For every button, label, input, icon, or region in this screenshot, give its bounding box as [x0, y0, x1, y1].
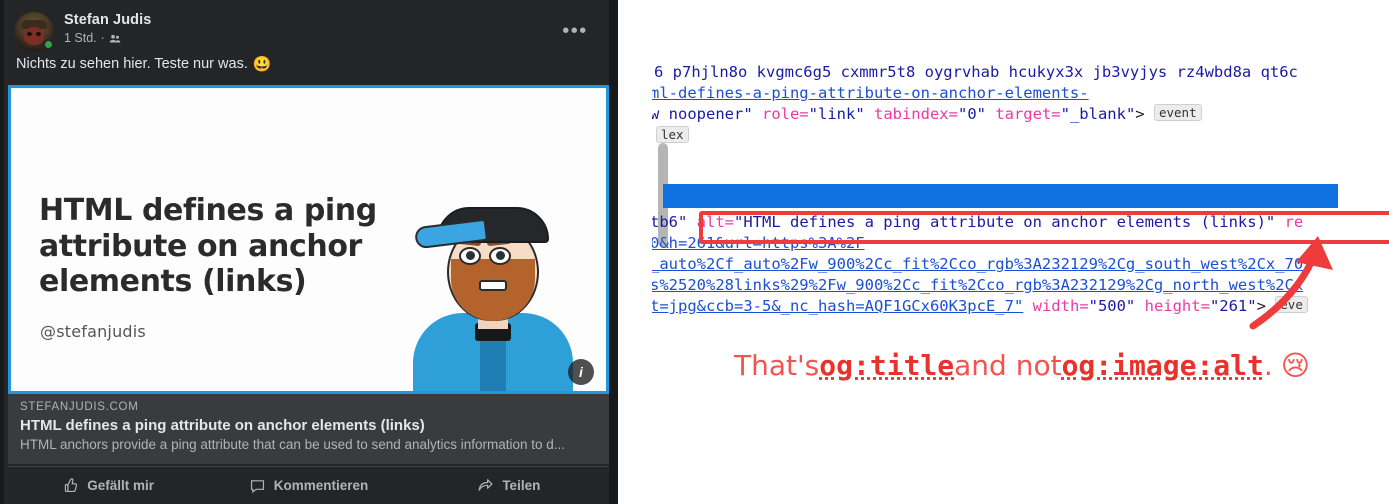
attribute-value: 6 p7hjln8o kvgmc6g5 cxmmr5t8 oygrvhab hc… — [654, 63, 1298, 81]
line-url-3[interactable]: s%2520%28links%29%2Fw_900%2Cc_fit%2Cco_r… — [652, 275, 1303, 296]
attribute-value: "_blank" — [1060, 105, 1136, 123]
post-timestamp[interactable]: 1 Std. — [64, 31, 97, 45]
punctuation: > — [1135, 105, 1154, 123]
attribute-name: role= — [761, 105, 809, 123]
inline-badge: event — [1153, 104, 1202, 121]
attribute-value: w noopener" — [652, 105, 762, 123]
line-url-1[interactable]: 0&h=261&url=https%3A%2F — [652, 233, 865, 254]
line-alt[interactable]: tb6" alt="HTML defines a ping attribute … — [652, 212, 1303, 233]
link-preview[interactable]: STEFANJUDIS.COM HTML defines a ping attr… — [8, 394, 609, 464]
link-preview-description: HTML anchors provide a ping attribute th… — [20, 437, 566, 452]
post-body-text: Nichts zu sehen hier. Teste nur was. 😃 — [16, 56, 272, 72]
selected-node-highlight — [663, 184, 1338, 208]
online-status-dot — [43, 39, 54, 50]
avatar-eye-right — [36, 32, 41, 36]
attribute-value: tb6" — [652, 213, 697, 231]
caption-part-3: . — [1263, 349, 1273, 382]
url-token: ml-defines-a-ping-attribute-on-anchor-el… — [652, 84, 1089, 102]
caption-part-2: and not — [954, 349, 1062, 382]
line-classnames[interactable]: 6 p7hjln8o kvgmc6g5 cxmmr5t8 oygrvhab hc… — [654, 62, 1298, 83]
share-button-label: Teilen — [502, 478, 541, 493]
post-author-name[interactable]: Stefan Judis — [64, 12, 151, 28]
attribute-name: re — [1284, 213, 1304, 231]
attribute-value: "261" — [1209, 297, 1257, 315]
attachment-handle: @stefanjudis — [40, 322, 146, 341]
smiley-emoji-icon: 😃 — [252, 55, 272, 73]
line-attributes[interactable]: w noopener" role="link" tabindex="0" tar… — [652, 104, 1202, 125]
link-preview-domain: STEFANJUDIS.COM — [20, 401, 139, 413]
attribute-value: "500" — [1088, 297, 1145, 315]
line-url-2[interactable]: _auto%2Cf_auto%2Fw_900%2Cc_fit%2Cco_rgb%… — [652, 254, 1303, 275]
screenshot-root: Stefan Judis 1 Std. · ••• Nichts zu sehe… — [0, 0, 1389, 504]
annotation-caption: That's og:title and not og:image:alt . 😢 — [734, 349, 1310, 382]
post-body-label: Nichts zu sehen hier. Teste nur was. — [16, 56, 248, 72]
post-attachment-image[interactable]: HTML defines a ping attribute on anchor … — [8, 85, 609, 394]
line-url-4[interactable]: t=jpg&ccb=3-5&_nc_hash=AQF1GCx60K3pcE_7"… — [652, 296, 1308, 317]
punctuation: > — [1256, 297, 1276, 315]
avatar-face — [24, 27, 44, 45]
attachment-title: HTML defines a ping attribute on anchor … — [39, 193, 377, 300]
attribute-name: tabindex= — [873, 105, 958, 123]
info-icon[interactable]: i — [568, 359, 594, 385]
panel-divider — [618, 0, 652, 504]
line-flex-badge[interactable]: lex — [656, 126, 689, 147]
avatar-eye-left — [27, 32, 32, 36]
facebook-post-panel: Stefan Judis 1 Std. · ••• Nichts zu sehe… — [0, 0, 618, 504]
url-token: s%2520%28links%29%2Fw_900%2Cc_fit%2Cco_r… — [652, 276, 1304, 294]
caption-code-og-image-alt: og:image:alt — [1061, 349, 1264, 382]
like-button[interactable]: Gefällt mir — [8, 467, 208, 504]
url-token: 0&h=261&url=https%3A%2F — [652, 234, 865, 252]
caption-part-1: That's — [734, 349, 820, 382]
comment-button[interactable]: Kommentieren — [208, 467, 408, 504]
inline-badge: lex — [656, 126, 689, 143]
post-header: Stefan Judis 1 Std. · ••• — [14, 10, 599, 52]
post-meta: 1 Std. · — [64, 31, 121, 45]
link-preview-title: HTML defines a ping attribute on anchor … — [20, 417, 425, 434]
attachment-canvas: HTML defines a ping attribute on anchor … — [11, 88, 606, 391]
friends-icon — [109, 33, 121, 45]
line-href-url[interactable]: ml-defines-a-ping-attribute-on-anchor-el… — [652, 83, 1089, 104]
attribute-value: "HTML defines a ping attribute on anchor… — [734, 213, 1285, 231]
devtools-elements-panel: 6 p7hjln8o kvgmc6g5 cxmmr5t8 oygrvhab hc… — [652, 0, 1389, 504]
like-button-label: Gefällt mir — [87, 478, 155, 493]
attribute-value: "link" — [808, 105, 874, 123]
comment-button-label: Kommentieren — [273, 478, 369, 493]
url-token: t=jpg&ccb=3-5&_nc_hash=AQF1GCx60K3pcE_7" — [652, 297, 1024, 315]
attribute-value: "0" — [957, 105, 996, 123]
attribute-name: width= — [1023, 297, 1089, 315]
share-arrow-icon — [477, 477, 494, 494]
comment-bubble-icon — [249, 477, 266, 494]
url-token: _auto%2Cf_auto%2Fw_900%2Cc_fit%2Cco_rgb%… — [652, 255, 1304, 273]
facebook-post-card: Stefan Judis 1 Std. · ••• Nichts zu sehe… — [4, 0, 609, 504]
share-button[interactable]: Teilen — [409, 467, 609, 504]
inline-badge: eve — [1275, 296, 1308, 313]
attribute-name: target= — [995, 105, 1061, 123]
crying-face-emoji-icon: 😢 — [1280, 349, 1310, 382]
caption-code-og-title: og:title — [819, 349, 955, 382]
thumbs-up-icon — [62, 477, 79, 494]
bitmoji-avatar-illustration — [385, 176, 600, 391]
post-action-bar: Gefällt mir Kommentieren Teilen — [8, 466, 609, 504]
post-menu-button[interactable]: ••• — [561, 21, 589, 44]
attribute-name: alt= — [696, 213, 734, 231]
meta-separator: · — [100, 31, 105, 45]
attribute-name: height= — [1144, 297, 1210, 315]
